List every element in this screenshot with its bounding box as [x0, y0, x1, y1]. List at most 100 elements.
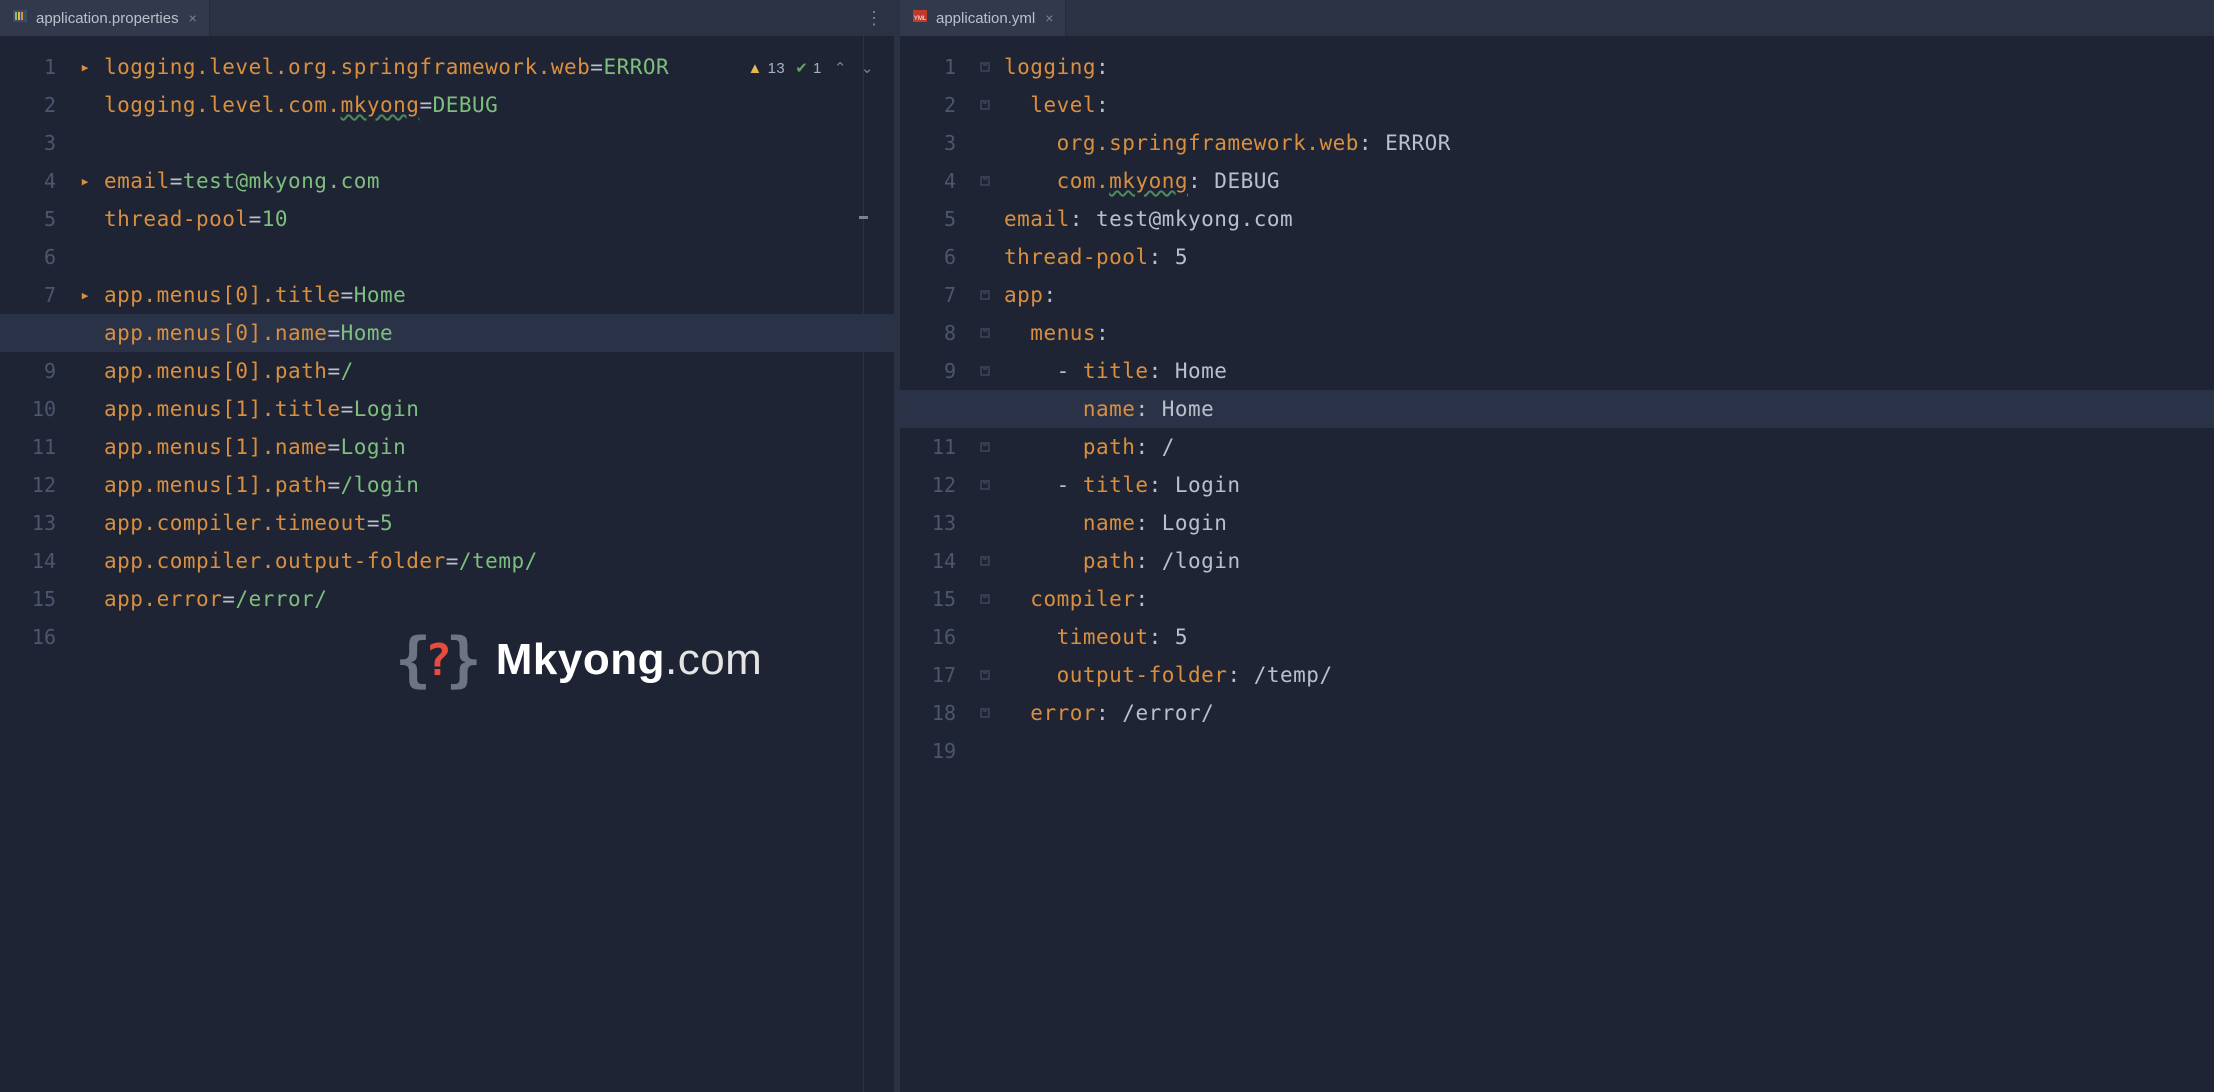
fold-marker[interactable]: [70, 352, 100, 390]
code-line[interactable]: [100, 124, 894, 162]
line-number[interactable]: 3: [900, 124, 970, 162]
tab-overflow-menu-icon[interactable]: ⋮: [855, 0, 894, 36]
line-number[interactable]: 2: [900, 86, 970, 124]
line-number[interactable]: 17: [900, 656, 970, 694]
code-line[interactable]: logging.level.com.mkyong=DEBUG: [100, 86, 894, 124]
line-number[interactable]: 4: [0, 162, 70, 200]
fold-marker[interactable]: [970, 86, 1000, 124]
code-line[interactable]: thread-pool=10: [100, 200, 894, 238]
fold-marker[interactable]: [70, 580, 100, 618]
code-line[interactable]: [1000, 732, 2214, 770]
code-line[interactable]: app.menus[0].name=Home: [0, 314, 894, 352]
fold-marker[interactable]: [70, 124, 100, 162]
fold-marker[interactable]: [970, 352, 1000, 390]
line-number[interactable]: 7: [0, 276, 70, 314]
prev-highlight-icon[interactable]: ⌃: [832, 50, 849, 88]
code-line[interactable]: app.compiler.timeout=5: [100, 504, 894, 542]
fold-marker[interactable]: [70, 238, 100, 276]
fold-marker[interactable]: [70, 466, 100, 504]
line-number[interactable]: 16: [0, 618, 70, 656]
breakpoint-region-icon[interactable]: ▶: [70, 162, 100, 200]
next-highlight-icon[interactable]: ⌄: [859, 50, 876, 88]
breakpoint-region-icon[interactable]: ▶: [70, 48, 100, 86]
fold-marker[interactable]: [70, 390, 100, 428]
fold-marker[interactable]: [970, 428, 1000, 466]
fold-column[interactable]: [970, 36, 1000, 1092]
fold-marker[interactable]: [970, 124, 1000, 162]
line-number[interactable]: 6: [0, 238, 70, 276]
fold-marker[interactable]: [970, 656, 1000, 694]
code-line[interactable]: path: /: [1000, 428, 2214, 466]
line-number[interactable]: 13: [0, 504, 70, 542]
code-line[interactable]: - title: Home: [1000, 352, 2214, 390]
code-line[interactable]: level:: [1000, 86, 2214, 124]
fold-marker[interactable]: [970, 694, 1000, 732]
code-line[interactable]: app.menus[0].title=Home: [100, 276, 894, 314]
line-number[interactable]: 8: [900, 314, 970, 352]
fold-marker[interactable]: [970, 238, 1000, 276]
line-number[interactable]: 14: [900, 542, 970, 580]
code-line[interactable]: [100, 618, 894, 656]
fold-marker[interactable]: [970, 48, 1000, 86]
close-icon[interactable]: ×: [187, 10, 199, 26]
fold-marker[interactable]: [970, 314, 1000, 352]
line-gutter[interactable]: 12345678910111213141516: [0, 36, 70, 1092]
code-line[interactable]: menus:: [1000, 314, 2214, 352]
line-number[interactable]: 13: [900, 504, 970, 542]
fold-marker[interactable]: [970, 732, 1000, 770]
fold-marker[interactable]: [70, 86, 100, 124]
line-number[interactable]: 12: [900, 466, 970, 504]
tab-yml[interactable]: YML application.yml ×: [900, 0, 1066, 36]
close-icon[interactable]: ×: [1043, 10, 1055, 26]
fold-marker[interactable]: [70, 200, 100, 238]
code-line[interactable]: path: /login: [1000, 542, 2214, 580]
code-line[interactable]: app.menus[1].path=/login: [100, 466, 894, 504]
line-number[interactable]: 9: [0, 352, 70, 390]
tab-properties[interactable]: application.properties ×: [0, 0, 210, 36]
code-line[interactable]: [100, 238, 894, 276]
ok-icon[interactable]: ✔ 1: [795, 50, 822, 88]
code-line[interactable]: name: Login: [1000, 504, 2214, 542]
fold-marker[interactable]: [70, 428, 100, 466]
code-line[interactable]: app.compiler.output-folder=/temp/: [100, 542, 894, 580]
fold-marker[interactable]: [70, 618, 100, 656]
code-line[interactable]: email=test@mkyong.com: [100, 162, 894, 200]
line-number[interactable]: 9: [900, 352, 970, 390]
line-number[interactable]: 18: [900, 694, 970, 732]
line-number[interactable]: 4: [900, 162, 970, 200]
breakpoint-region-icon[interactable]: ▶: [70, 276, 100, 314]
line-number[interactable]: 7: [900, 276, 970, 314]
line-gutter[interactable]: 12345678910111213141516171819: [900, 36, 970, 1092]
code-line[interactable]: name: Home: [900, 390, 2214, 428]
line-number[interactable]: 2: [0, 86, 70, 124]
code-line[interactable]: org.springframework.web: ERROR: [1000, 124, 2214, 162]
line-number[interactable]: 5: [0, 200, 70, 238]
fold-marker[interactable]: [970, 542, 1000, 580]
code-line[interactable]: output-folder: /temp/: [1000, 656, 2214, 694]
code-line[interactable]: app.error=/error/: [100, 580, 894, 618]
code-line[interactable]: logging:: [1000, 48, 2214, 86]
code-line[interactable]: app:: [1000, 276, 2214, 314]
line-number[interactable]: 11: [900, 428, 970, 466]
line-number[interactable]: 6: [900, 238, 970, 276]
line-number[interactable]: 1: [0, 48, 70, 86]
code-line[interactable]: - title: Login: [1000, 466, 2214, 504]
fold-marker[interactable]: [970, 504, 1000, 542]
fold-marker[interactable]: [970, 580, 1000, 618]
line-number[interactable]: 16: [900, 618, 970, 656]
line-number[interactable]: 3: [0, 124, 70, 162]
fold-column[interactable]: ▶ ▶ ▶: [70, 36, 100, 1092]
code-area[interactable]: logging: level: org.springframework.web:…: [1000, 36, 2214, 1092]
code-line[interactable]: app.menus[1].name=Login: [100, 428, 894, 466]
code-line[interactable]: app.menus[1].title=Login: [100, 390, 894, 428]
code-line[interactable]: error: /error/: [1000, 694, 2214, 732]
code-line[interactable]: thread-pool: 5: [1000, 238, 2214, 276]
fold-marker[interactable]: [970, 276, 1000, 314]
code-area[interactable]: ▲ 13 ✔ 1 ⌃ ⌄ logging.level.org.springfra…: [100, 36, 894, 1092]
line-number[interactable]: 5: [900, 200, 970, 238]
code-line[interactable]: app.menus[0].path=/: [100, 352, 894, 390]
inspections-widget[interactable]: ▲ 13 ✔ 1 ⌃ ⌄: [748, 50, 876, 88]
fold-marker[interactable]: [70, 542, 100, 580]
line-number[interactable]: 10: [0, 390, 70, 428]
line-number[interactable]: 11: [0, 428, 70, 466]
